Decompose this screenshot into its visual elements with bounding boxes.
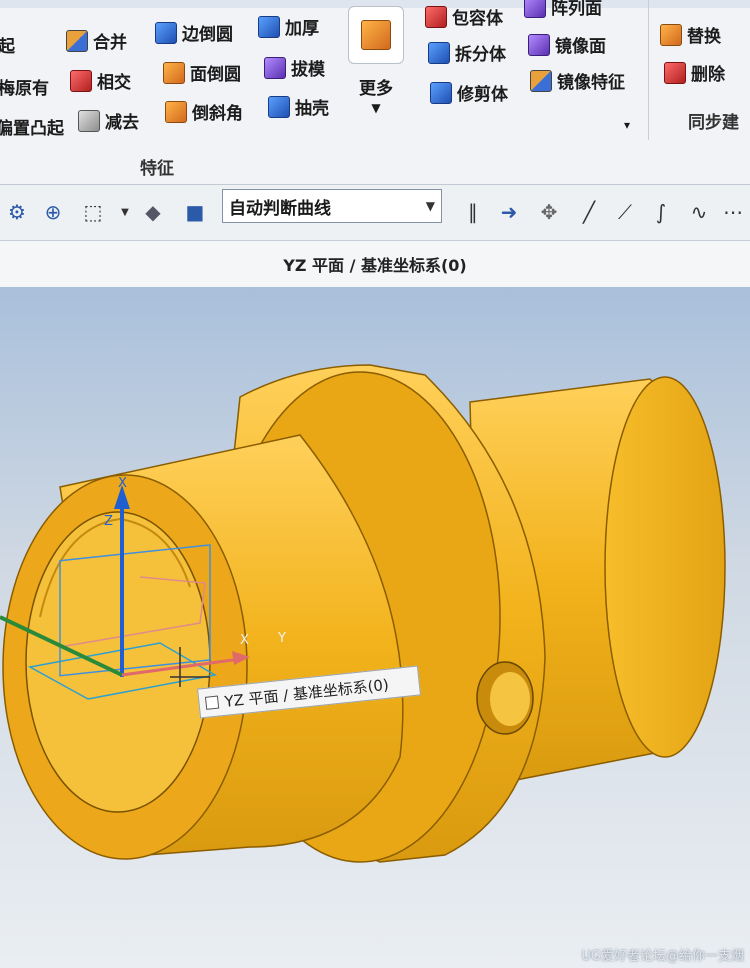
z-axis-label: Z — [104, 514, 113, 529]
part-model[interactable]: Z X X Y — [0, 287, 750, 968]
top-axis-label: X — [118, 476, 127, 491]
ribbon-partial-3[interactable]: 偏置凸起 — [0, 114, 64, 139]
ribbon-partial-2[interactable]: 梅原有 — [0, 74, 49, 99]
mirror-feature-icon — [530, 69, 552, 92]
thicken-icon — [258, 15, 280, 38]
pattern-face-icon — [524, 0, 546, 18]
face-blend-button[interactable]: 面倒圆 — [163, 60, 241, 85]
chevron-down-icon: ▼ — [371, 101, 381, 115]
line-point-icon[interactable]: ⟋ — [612, 199, 638, 225]
delete-face-button[interactable]: 删除 — [664, 60, 725, 85]
shell-icon — [268, 95, 290, 118]
intersect-button[interactable]: 相交 — [70, 68, 131, 93]
chamfer-icon — [165, 100, 187, 123]
parallel-icon[interactable]: ∥ — [460, 199, 486, 225]
trim-body-icon — [430, 81, 452, 104]
unite-icon — [66, 29, 88, 52]
spline-icon[interactable]: ∫ — [648, 199, 674, 225]
draft-icon — [264, 56, 286, 79]
edge-blend-button[interactable]: 边倒圆 — [155, 20, 233, 45]
split-body-button[interactable]: 拆分体 — [428, 40, 506, 65]
plane-icon — [204, 695, 220, 710]
box-select-icon[interactable]: ⬚ — [80, 199, 106, 225]
group-label-feature: 特征 — [140, 159, 174, 179]
face-blend-icon — [163, 61, 185, 84]
mirror-face-icon — [528, 33, 550, 56]
box-select-dropdown-icon[interactable]: ▼ — [112, 199, 138, 225]
view-title: YZ 平面 / 基准坐标系(0) — [283, 256, 467, 275]
pattern-face-button[interactable]: 阵列面 — [524, 0, 602, 19]
bounding-body-icon — [425, 5, 447, 28]
snap-icon[interactable]: ✥ — [536, 199, 562, 225]
edge-blend-icon — [155, 21, 177, 44]
chevron-down-icon: ▼ — [425, 199, 435, 213]
group-label-sync: 同步建 — [688, 113, 739, 133]
select-point-icon[interactable]: ⊕ — [40, 199, 66, 225]
y-axis-label: Y — [277, 631, 286, 646]
replace-face-icon — [660, 23, 682, 46]
arrow-right-icon[interactable]: ➜ — [496, 199, 522, 225]
unite-button[interactable]: 合并 — [66, 28, 127, 53]
more-tools-icon[interactable]: ⋯ — [720, 199, 746, 225]
ribbon: 起 梅原有 偏置凸起 合并 相交 减去 边倒圆 面倒圆 倒斜角 加厚 拔模 抽壳… — [0, 0, 750, 185]
more-big-icon — [348, 6, 404, 64]
x-axis-label: X — [240, 633, 249, 648]
curve-rule-select[interactable]: 自动判断曲线 ▼ — [222, 189, 442, 223]
watermark: UG爱好者论坛@给你一支烟 — [581, 949, 744, 964]
side-hole-inner — [490, 672, 530, 726]
ribbon-divider — [648, 0, 649, 140]
mirror-feature-button[interactable]: 镜像特征 — [530, 68, 625, 93]
solid-icon[interactable]: ◆ — [140, 199, 166, 225]
subtract-button[interactable]: 减去 — [78, 108, 139, 133]
split-body-icon — [428, 41, 450, 64]
feature-icon — [361, 20, 391, 50]
cube-icon[interactable]: ■ — [182, 199, 208, 225]
chamfer-button[interactable]: 倒斜角 — [165, 99, 243, 124]
shell-button[interactable]: 抽壳 — [268, 94, 329, 119]
line-icon[interactable]: ╱ — [576, 199, 602, 225]
replace-face-button[interactable]: 替换 — [660, 22, 721, 47]
bounding-body-button[interactable]: 包容体 — [425, 4, 503, 29]
mirror-face-button[interactable]: 镜像面 — [528, 32, 606, 57]
ribbon-partial-1[interactable]: 起 — [0, 32, 15, 57]
intersect-icon — [70, 69, 92, 92]
curve-icon[interactable]: ∿ — [686, 199, 712, 225]
view-title-bar: YZ 平面 / 基准坐标系(0) — [0, 241, 750, 287]
rear-cylinder-end — [604, 376, 726, 758]
graphics-viewport[interactable]: Z X X Y — [0, 287, 750, 968]
more-button[interactable]: 更多 ▼ — [345, 6, 407, 126]
group-expand-icon[interactable]: ▾ — [624, 118, 630, 132]
filter-icon[interactable]: ⚙ — [4, 199, 30, 225]
trim-body-button[interactable]: 修剪体 — [430, 80, 508, 105]
thicken-button[interactable]: 加厚 — [258, 14, 319, 39]
delete-face-icon — [664, 61, 686, 84]
subtract-icon — [78, 109, 100, 132]
draft-button[interactable]: 拔模 — [264, 55, 325, 80]
